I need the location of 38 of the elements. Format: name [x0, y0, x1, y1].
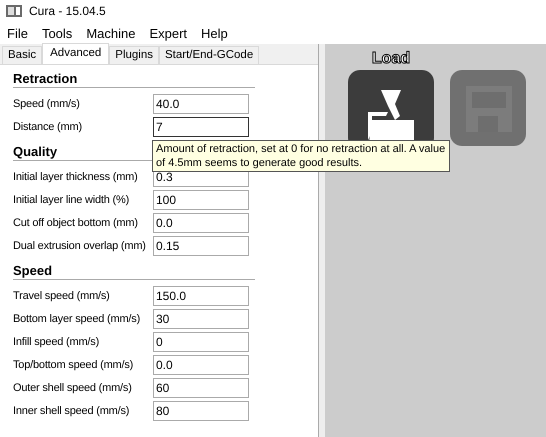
menu-item[interactable]: Help [201, 26, 235, 40]
field-label: Bottom layer speed (mm/s) [13, 312, 142, 324]
field-label: Outer shell speed (mm/s) [13, 382, 133, 394]
input-field[interactable]: 0.0 [153, 354, 249, 374]
tab[interactable]: Basic [2, 46, 42, 64]
tab[interactable]: Start/End-GCode [159, 46, 260, 64]
input-field[interactable]: 100 [153, 190, 249, 210]
menu-item[interactable]: Tools [42, 26, 80, 40]
field-label: Distance (mm) [13, 120, 83, 132]
section-heading: Speed [13, 263, 255, 280]
tab[interactable]: Plugins [109, 46, 159, 64]
field-label: Initial layer thickness (mm) [13, 170, 139, 182]
input-field[interactable]: 0.15 [153, 236, 249, 256]
input-field[interactable]: 7 [153, 116, 249, 136]
menu-item[interactable]: Expert [149, 26, 194, 40]
field-label: Inner shell speed (mm/s) [13, 404, 130, 416]
menu-item[interactable]: File [7, 26, 35, 40]
field-label: Infill speed (mm/s) [13, 336, 100, 348]
input-field[interactable]: 30 [153, 308, 249, 328]
tab[interactable]: Advanced [42, 43, 110, 64]
menu-item[interactable]: Machine [86, 26, 142, 40]
app-icon [6, 5, 22, 17]
input-field[interactable]: 0.0 [153, 212, 249, 232]
input-field[interactable]: 0 [153, 332, 249, 352]
field-label: Cut off object bottom (mm) [13, 216, 139, 228]
window-title: Cura - 15.04.5 [29, 4, 106, 18]
field-label: Top/bottom speed (mm/s) [13, 358, 134, 370]
load-label: Load [372, 50, 410, 68]
input-field[interactable]: 60 [153, 378, 249, 398]
field-label: Travel speed (mm/s) [13, 290, 111, 302]
field-label: Dual extrusion overlap (mm) [13, 240, 147, 252]
input-field[interactable]: 80 [153, 400, 249, 420]
input-field[interactable]: 40.0 [153, 94, 249, 114]
input-field[interactable]: 150.0 [153, 286, 249, 306]
field-label: Initial layer line width (%) [13, 194, 130, 206]
tooltip: Amount of retraction, set at 0 for no retraction at all. A value of 4.5mm seems to generate good results. [152, 140, 450, 172]
section-heading: Retraction [13, 71, 255, 88]
field-label: Speed (mm/s) [13, 98, 81, 110]
